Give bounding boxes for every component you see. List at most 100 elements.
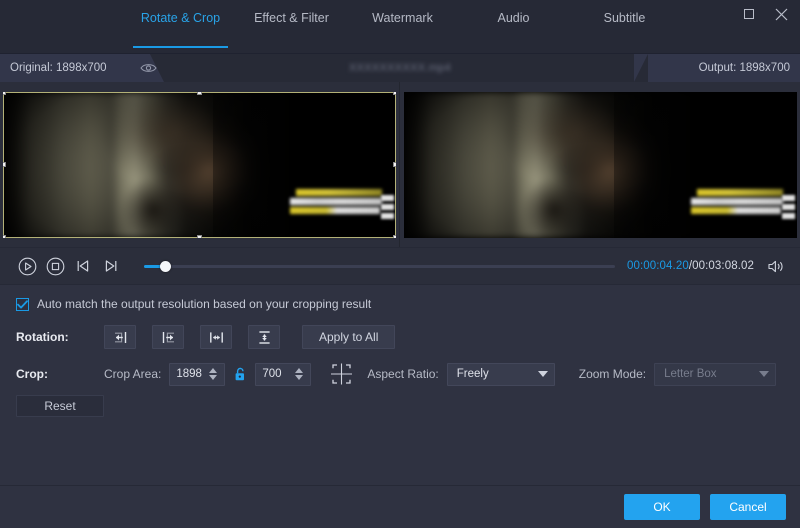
rotation-label: Rotation: [16,330,104,344]
crop-position-button[interactable] [327,361,355,387]
volume-icon [767,259,785,274]
tab-watermark[interactable]: Watermark [347,0,458,54]
seek-slider[interactable] [144,253,615,279]
dialog-footer: OK Cancel [0,485,800,528]
video-corner-marks-output [782,195,795,222]
output-resolution-label: Output: 1898x700 [648,54,800,82]
crop-handle-bottom-left[interactable] [3,235,6,238]
original-resolution-text: Original: 1898x700 [10,62,107,74]
auto-match-row: Auto match the output resolution based o… [0,297,800,311]
crop-height-stepper[interactable] [255,363,311,386]
current-time: 00:00:04.20 [627,260,689,272]
reset-row: Reset [0,395,800,417]
flip-horizontal-button[interactable] [200,325,232,349]
crop-handle-top-right[interactable] [393,92,396,95]
next-frame-icon [103,258,119,274]
play-icon [18,257,37,276]
cancel-button[interactable]: Cancel [710,494,786,520]
tab-effect-filter[interactable]: Effect & Filter [236,0,347,54]
next-frame-button[interactable] [98,253,124,279]
tab-rotate-crop[interactable]: Rotate & Crop [125,0,236,54]
preview-toggle-button[interactable] [138,59,158,77]
reset-button[interactable]: Reset [16,395,104,417]
apply-to-all-button[interactable]: Apply to All [302,325,395,349]
crop-selection-box[interactable] [3,92,396,238]
tab-subtitle-label: Subtitle [604,11,646,25]
rotate-left-icon [113,330,128,345]
apply-to-all-label: Apply to All [319,330,378,344]
zoom-mode-label: Zoom Mode: [579,367,646,381]
flip-horizontal-icon [209,330,224,345]
crop-width-input[interactable] [170,368,206,380]
unlock-icon [234,367,247,382]
original-video-frame [3,92,396,238]
crop-handle-top-left[interactable] [3,92,6,95]
tab-subtitle[interactable]: Subtitle [569,0,680,54]
close-icon [775,8,788,21]
crop-handle-middle-left[interactable] [3,162,6,167]
crop-area-label: Crop Area: [104,367,161,381]
output-resolution-text: Output: 1898x700 [699,62,790,74]
time-display: 00:00:04.20/00:03:08.02 [627,260,754,272]
crop-handle-middle-right[interactable] [393,162,396,167]
chevron-down-icon [538,371,548,377]
video-vignette-output [404,92,797,238]
maximize-button[interactable] [734,1,764,27]
auto-match-checkbox[interactable] [16,298,29,311]
reset-label: Reset [44,399,75,413]
play-button[interactable] [14,253,40,279]
aspect-ratio-value: Freely [457,368,528,380]
window-controls [734,0,796,28]
auto-match-label: Auto match the output resolution based o… [37,297,371,311]
settings-panel: Auto match the output resolution based o… [0,285,800,485]
seek-thumb[interactable] [160,261,171,272]
spin-up-icon[interactable] [295,368,303,373]
original-resolution-label: Original: 1898x700 [0,54,150,82]
crop-row: Crop: Crop Area: [0,361,800,387]
aspect-ratio-select[interactable]: Freely [447,363,555,386]
zoom-mode-value: Letter Box [664,368,749,380]
flip-vertical-icon [257,330,272,345]
crop-height-input[interactable] [256,368,292,380]
seek-track [144,265,615,268]
tab-bar: Rotate & Crop Effect & Filter Watermark … [0,0,800,54]
preview-header: XXXXXXXXXX.mp4 Original: 1898x700 Output… [0,54,800,82]
rotation-row: Rotation: [0,325,800,349]
video-subtitle-overlay-output [691,189,783,214]
tab-audio-label: Audio [498,11,530,25]
close-button[interactable] [766,1,796,27]
maximize-icon [744,9,754,19]
spin-up-icon[interactable] [209,368,217,373]
spin-down-icon[interactable] [209,375,217,380]
title-bar: Rotate & Crop Effect & Filter Watermark … [0,0,800,54]
spin-down-icon[interactable] [295,375,303,380]
aspect-lock-button[interactable] [230,363,250,385]
rotate-left-button[interactable] [104,325,136,349]
stop-icon [46,257,65,276]
volume-button[interactable] [764,254,788,278]
rotate-right-button[interactable] [152,325,184,349]
chevron-down-icon [759,371,769,377]
output-video-frame [404,92,797,238]
crop-height-spin-arrows[interactable] [292,368,306,380]
flip-vertical-button[interactable] [248,325,280,349]
preview-panes [0,82,800,247]
tab-watermark-label: Watermark [372,11,433,25]
playback-toolbar: 00:00:04.20/00:03:08.02 [0,247,800,285]
crop-handle-bottom-center[interactable] [197,235,202,238]
previous-frame-button[interactable] [70,253,96,279]
ok-button[interactable]: OK [624,494,700,520]
tab-audio[interactable]: Audio [458,0,569,54]
crop-width-stepper[interactable] [169,363,225,386]
output-preview-pane[interactable] [400,82,800,247]
original-preview-pane[interactable] [0,82,400,247]
stop-button[interactable] [42,253,68,279]
crop-width-spin-arrows[interactable] [206,368,220,380]
previous-frame-icon [75,258,91,274]
crop-handle-bottom-right[interactable] [393,235,396,238]
tab-rotate-crop-label: Rotate & Crop [141,11,220,25]
crop-handle-top-center[interactable] [197,92,202,95]
zoom-mode-select[interactable]: Letter Box [654,363,776,386]
crosshair-position-icon [329,362,354,386]
crop-label: Crop: [16,367,104,381]
